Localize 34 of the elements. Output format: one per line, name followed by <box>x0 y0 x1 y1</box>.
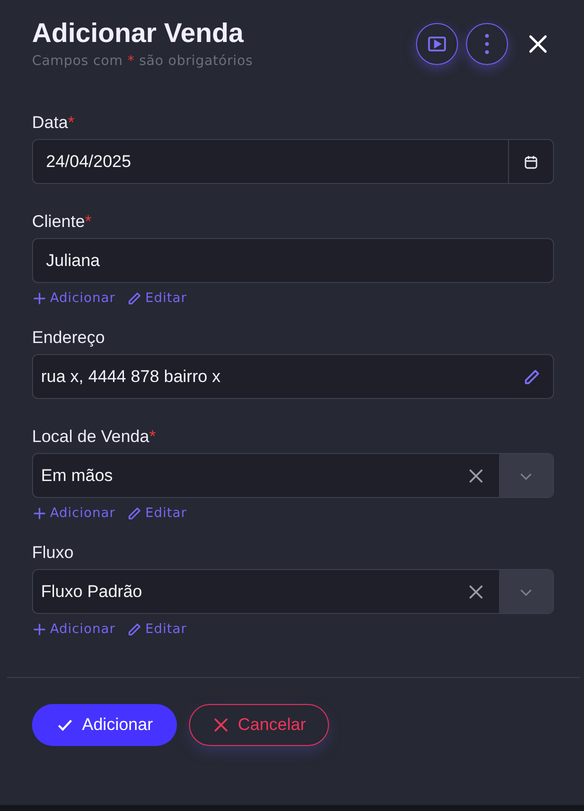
pencil-icon <box>127 622 142 637</box>
more-icon <box>485 34 489 54</box>
field-label: Endereço <box>32 328 106 348</box>
add-link[interactable]: Adicionar <box>32 506 116 521</box>
field-label: Cliente* <box>32 212 93 232</box>
add-button[interactable]: Adicionar <box>32 704 177 746</box>
close-icon <box>212 716 230 734</box>
calendar-icon <box>523 154 539 170</box>
plus-icon <box>32 291 47 306</box>
pencil-icon <box>127 291 142 306</box>
clear-icon <box>467 582 485 600</box>
plus-icon <box>32 506 47 521</box>
add-link[interactable]: Adicionar <box>32 622 116 637</box>
pencil-icon <box>523 368 541 386</box>
field-label: Data* <box>32 113 76 133</box>
date-field[interactable]: 24/04/2025 <box>32 139 554 184</box>
required-fields-note: Campos com * são obrigatórios <box>32 53 253 69</box>
select-field[interactable]: Em mãos <box>32 453 554 498</box>
clear-icon <box>467 466 485 484</box>
edit-link[interactable]: Editar <box>127 622 187 637</box>
video-button[interactable] <box>416 22 458 64</box>
edit-link[interactable]: Editar <box>127 291 187 306</box>
edit-link[interactable]: Editar <box>127 506 187 521</box>
pencil-icon <box>127 506 142 521</box>
select-field[interactable]: Fluxo Padrão <box>32 569 554 614</box>
text-field[interactable]: rua x, 4444 878 bairro x <box>32 354 554 399</box>
add-link[interactable]: Adicionar <box>32 291 116 306</box>
plus-icon <box>32 622 47 637</box>
field-label: Local de Venda* <box>32 427 157 447</box>
more-button[interactable] <box>466 22 508 64</box>
dialog-title: Adicionar Venda <box>32 18 245 49</box>
text-field[interactable]: Juliana <box>32 238 554 283</box>
cancel-button[interactable]: Cancelar <box>188 704 329 746</box>
field-label: Fluxo <box>32 543 75 563</box>
